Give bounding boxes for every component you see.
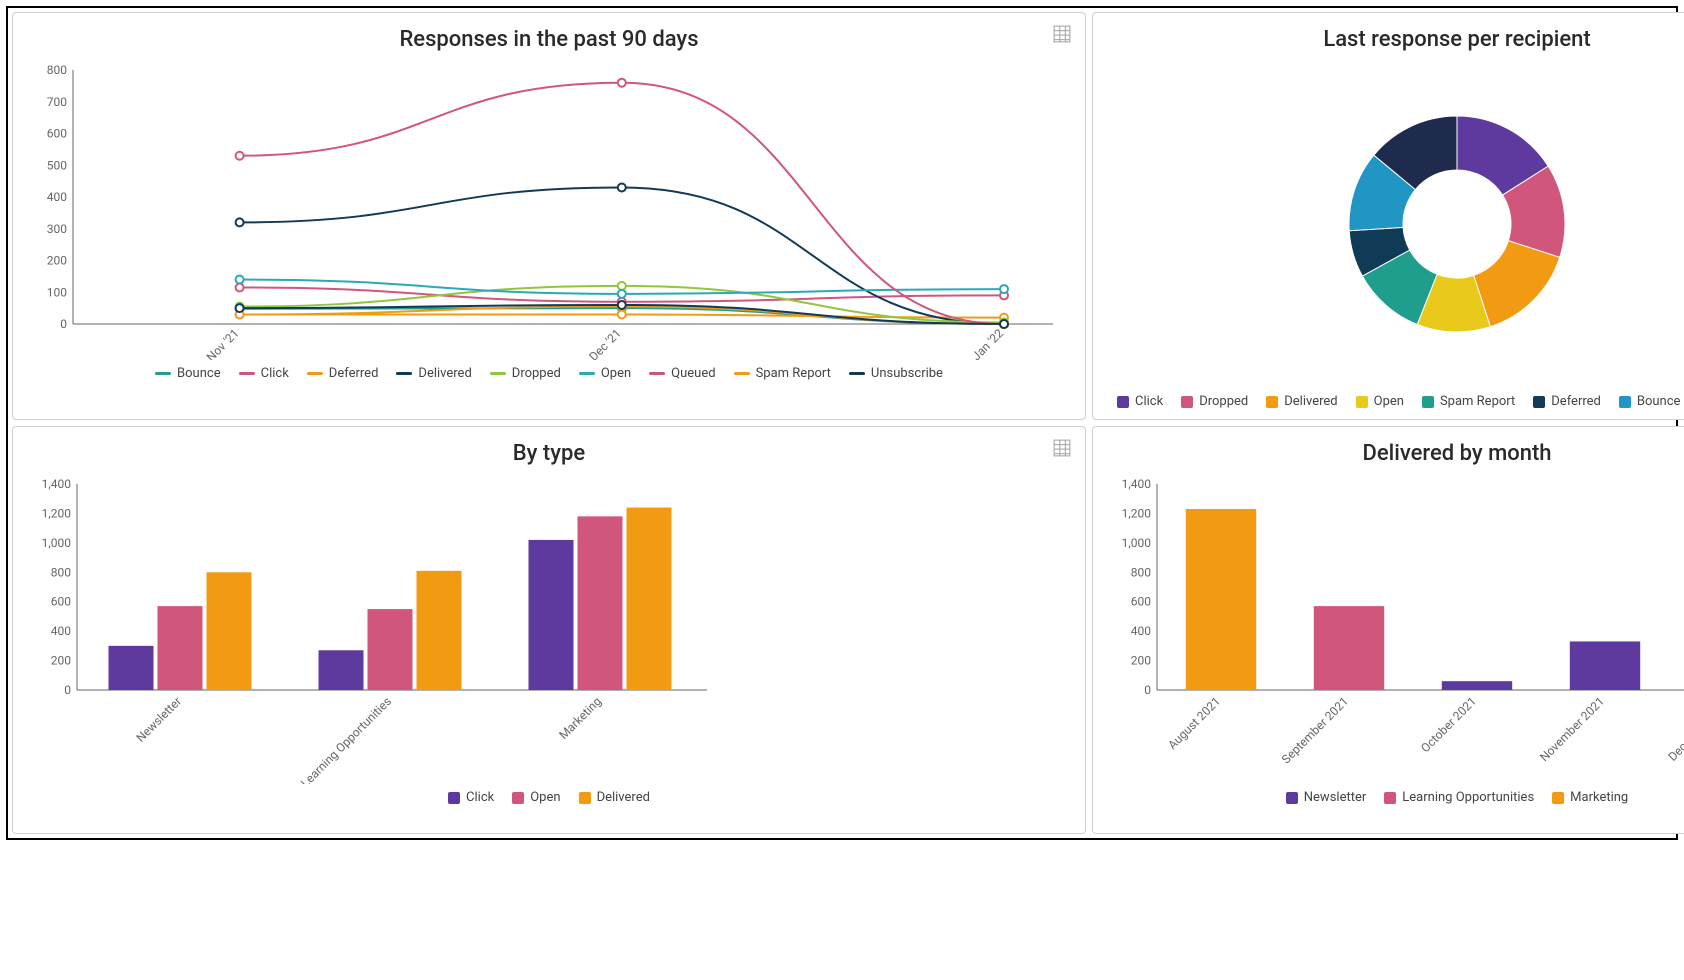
svg-text:Newsletter: Newsletter xyxy=(133,694,184,745)
legend-item[interactable]: Delivered xyxy=(1266,394,1337,409)
legend-item[interactable]: Open xyxy=(579,366,631,381)
svg-text:0: 0 xyxy=(1144,683,1151,697)
legend-item[interactable]: Open xyxy=(1356,394,1404,409)
donut-legend: Click Dropped Delivered Open Spam Report Defe… xyxy=(1107,394,1684,409)
legend-item[interactable]: Newsletter xyxy=(1286,790,1367,805)
svg-text:1,400: 1,400 xyxy=(42,477,72,491)
svg-text:October 2021: October 2021 xyxy=(1418,694,1479,755)
legend-label: Marketing xyxy=(1570,790,1628,805)
legend-label: Spam Report xyxy=(1440,394,1515,409)
legend-item[interactable]: Deferred xyxy=(1533,394,1601,409)
svg-text:0: 0 xyxy=(60,317,67,331)
legend-item[interactable]: Spam Report xyxy=(734,366,831,381)
legend-label: Deferred xyxy=(1551,394,1601,409)
legend-item[interactable]: Open xyxy=(512,790,560,805)
legend-item[interactable]: Spam Report xyxy=(1422,394,1515,409)
donut-chart xyxy=(1107,60,1684,388)
legend-label: Dropped xyxy=(512,366,561,381)
responses-line-chart: 0 100 200 300 400 500 600 700 800 Nov '21 Dec '21 J… xyxy=(27,60,1071,360)
svg-text:600: 600 xyxy=(1131,595,1151,609)
svg-text:Jan '22: Jan '22 xyxy=(969,326,1006,360)
legend-label: Newsletter xyxy=(1304,790,1367,805)
legend-label: Delivered xyxy=(1284,394,1337,409)
panel-title: Delivered by month xyxy=(1107,441,1684,466)
svg-text:600: 600 xyxy=(47,127,67,141)
legend-label: Dropped xyxy=(1199,394,1248,409)
svg-text:600: 600 xyxy=(51,595,71,609)
legend-item[interactable]: Click xyxy=(239,366,289,381)
legend-item[interactable]: Unsubscribe xyxy=(849,366,943,381)
legend-label: Open xyxy=(1374,394,1404,409)
svg-text:200: 200 xyxy=(47,254,67,268)
legend-label: Open xyxy=(601,366,631,381)
svg-text:200: 200 xyxy=(51,654,71,668)
table-view-icon[interactable] xyxy=(1053,439,1071,457)
svg-text:December 2021: December 2021 xyxy=(1665,694,1684,764)
svg-text:400: 400 xyxy=(1131,624,1151,638)
legend-label: Click xyxy=(261,366,289,381)
legend-item[interactable]: Dropped xyxy=(1181,394,1248,409)
legend-label: Delivered xyxy=(597,790,650,805)
svg-text:1,200: 1,200 xyxy=(42,506,72,520)
svg-text:1,000: 1,000 xyxy=(1122,536,1152,550)
legend-item[interactable]: Click xyxy=(1117,394,1163,409)
legend-label: Queued xyxy=(671,366,715,381)
legend-label: Bounce xyxy=(1637,394,1681,409)
svg-text:800: 800 xyxy=(47,63,67,77)
bytype-bar-chart: 0 200 400 600 800 1,000 1,200 1,400 Newsletter Le… xyxy=(27,474,1071,784)
svg-text:300: 300 xyxy=(47,222,67,236)
panel-last-response-per-recipient: Last response per recipient Click Dropped… xyxy=(1092,12,1684,420)
svg-text:Nov '21: Nov '21 xyxy=(204,326,242,360)
bytype-legend: Click Open Delivered xyxy=(27,790,1071,805)
responses-legend: Bounce Click Deferred Delivered Dropped Open Q… xyxy=(27,366,1071,381)
panel-title: Responses in the past 90 days xyxy=(27,27,1071,52)
svg-text:100: 100 xyxy=(47,285,67,299)
legend-item[interactable]: Deferred xyxy=(307,366,379,381)
panel-delivered-by-month: Delivered by month 0 200 400 600 800 1,000 1,2… xyxy=(1092,426,1684,834)
svg-text:0: 0 xyxy=(64,683,71,697)
legend-item[interactable]: Queued xyxy=(649,366,715,381)
legend-item[interactable]: Bounce xyxy=(155,366,221,381)
legend-item[interactable]: Learning Opportunities xyxy=(1384,790,1534,805)
legend-label: Click xyxy=(466,790,494,805)
panel-responses-90-days: Responses in the past 90 days 0 100 200 300… xyxy=(12,12,1086,420)
legend-label: Open xyxy=(530,790,560,805)
legend-item[interactable]: Marketing xyxy=(1552,790,1628,805)
panel-title: Last response per recipient xyxy=(1107,27,1684,52)
svg-text:400: 400 xyxy=(47,190,67,204)
panel-title: By type xyxy=(27,441,1071,466)
svg-text:November 2021: November 2021 xyxy=(1537,694,1607,764)
delivered-bar-chart: 0 200 400 600 800 1,000 1,200 1,400 August 2021 S… xyxy=(1107,474,1684,784)
svg-text:500: 500 xyxy=(47,158,67,172)
svg-text:August 2021: August 2021 xyxy=(1165,694,1223,752)
panel-by-type: By type 0 200 400 600 800 1,000 1,200 1,400 News… xyxy=(12,426,1086,834)
svg-text:400: 400 xyxy=(51,624,71,638)
legend-item[interactable]: Dropped xyxy=(490,366,561,381)
svg-text:200: 200 xyxy=(1131,654,1151,668)
svg-text:1,400: 1,400 xyxy=(1122,477,1152,491)
legend-label: Delivered xyxy=(418,366,471,381)
legend-label: Unsubscribe xyxy=(871,366,943,381)
svg-text:1,000: 1,000 xyxy=(42,536,72,550)
legend-item[interactable]: Click xyxy=(448,790,494,805)
legend-item[interactable]: Bounce xyxy=(1619,394,1681,409)
legend-label: Learning Opportunities xyxy=(1402,790,1534,805)
legend-label: Spam Report xyxy=(756,366,831,381)
dashboard-grid: Responses in the past 90 days 0 100 200 300… xyxy=(6,6,1678,840)
table-view-icon[interactable] xyxy=(1053,25,1071,43)
legend-item[interactable]: Delivered xyxy=(396,366,471,381)
svg-text:Marketing: Marketing xyxy=(556,694,604,742)
svg-text:Learning Opportunities: Learning Opportunities xyxy=(298,694,394,784)
legend-label: Deferred xyxy=(329,366,379,381)
svg-text:700: 700 xyxy=(47,95,67,109)
svg-text:800: 800 xyxy=(1131,565,1151,579)
svg-text:September 2021: September 2021 xyxy=(1279,694,1351,766)
svg-text:1,200: 1,200 xyxy=(1122,506,1152,520)
legend-label: Click xyxy=(1135,394,1163,409)
svg-text:Dec '21: Dec '21 xyxy=(586,326,624,360)
svg-text:800: 800 xyxy=(51,565,71,579)
delivered-legend: Newsletter Learning Opportunities Marketin… xyxy=(1107,790,1684,805)
legend-label: Bounce xyxy=(177,366,221,381)
legend-item[interactable]: Delivered xyxy=(579,790,650,805)
